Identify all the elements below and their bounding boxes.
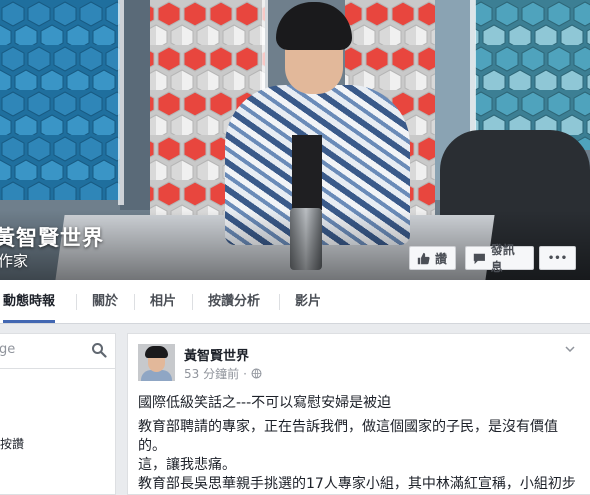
more-icon: ••• <box>547 252 568 264</box>
post-card: 黃智賢世界 53 分鐘前 · 國際低級笑話之---不可以寫慰安婦是被迫 教育部聘… <box>127 333 590 495</box>
post-meta: 53 分鐘前 · <box>184 365 262 382</box>
tab-like-analytics[interactable]: 按讚分析 <box>208 280 260 323</box>
person-shirt <box>292 135 322 210</box>
more-button[interactable]: ••• <box>539 246 576 270</box>
search-input[interactable]: ge <box>0 342 15 357</box>
search-icon[interactable] <box>91 342 107 358</box>
post-text-line: 教育部長吳思華親手挑選的17人專家小組，其中林滿紅宣稱，小組初步 <box>138 476 576 492</box>
message-button[interactable]: 發訊息 <box>465 243 534 274</box>
globe-icon[interactable] <box>251 368 262 379</box>
post-author[interactable]: 黃智賢世界 <box>184 345 249 364</box>
thumbs-up-icon <box>417 252 430 264</box>
message-icon <box>473 253 485 264</box>
nav-divider <box>279 294 280 310</box>
post-text-line: 國際低級笑話之---不可以寫慰安婦是被迫 <box>138 395 392 411</box>
sidebar-card: ge 按讚 <box>0 333 116 495</box>
chevron-down-icon[interactable] <box>565 346 575 352</box>
message-button-label: 發訊息 <box>490 243 515 274</box>
page-nav: 動態時報 關於 相片 按讚分析 影片 <box>0 280 590 324</box>
like-button-label: 讚 <box>435 251 448 266</box>
tab-timeline[interactable]: 動態時報 <box>3 280 56 323</box>
tab-videos[interactable]: 影片 <box>295 280 321 323</box>
avatar[interactable] <box>138 344 175 381</box>
nav-divider <box>192 294 193 310</box>
post-text-line: 的。 <box>138 438 166 454</box>
sidebar-like-label: 按讚 <box>0 437 25 451</box>
page-name[interactable]: 黃智賢世界 <box>0 222 104 252</box>
search-box[interactable]: ge <box>0 334 115 369</box>
post-text-line: 這，讓我悲痛。 <box>138 457 236 473</box>
cover-photo[interactable]: 黃智賢世界 作家 讚 發訊息 ••• <box>0 0 590 280</box>
post-text-line: 教育部聘請的專家，正在告訴我們，做這個國家的子民，是沒有價值 <box>138 419 558 435</box>
tab-photos[interactable]: 相片 <box>150 280 176 323</box>
page-category[interactable]: 作家 <box>0 250 28 271</box>
meta-separator: · <box>243 366 247 381</box>
like-button[interactable]: 讚 <box>409 246 456 270</box>
nav-divider <box>76 294 77 310</box>
post-timestamp[interactable]: 53 分鐘前 <box>184 365 239 382</box>
nav-divider <box>134 294 135 310</box>
tab-about[interactable]: 關於 <box>92 280 118 323</box>
avatar-hair <box>145 346 168 358</box>
